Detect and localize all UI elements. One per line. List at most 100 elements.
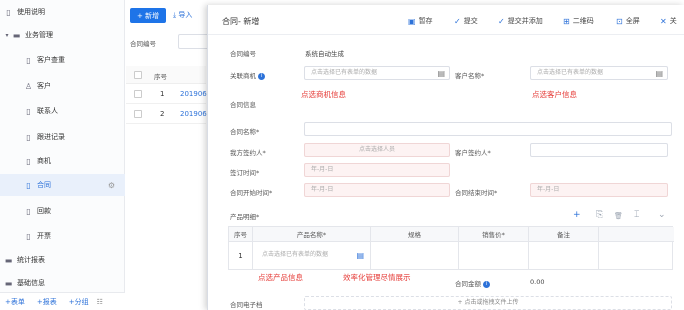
related-opportunity-input[interactable]: 点击选择已有表单的数据 ▤ xyxy=(304,66,450,80)
related-opportunity-label: 关联商机 i xyxy=(230,70,265,80)
collapse-icon[interactable]: ⌄ xyxy=(658,210,666,220)
customer-name-input[interactable]: 点击选择已有表单的数据 ▤ xyxy=(530,66,668,80)
document-icon: ▯ xyxy=(26,231,31,241)
sidebar-item-reports[interactable]: ▬ 统计报表 xyxy=(0,249,125,271)
grid-icon[interactable]: ☷ xyxy=(97,298,103,306)
sidebar-item-instructions[interactable]: ▯ 使用说明 xyxy=(0,1,125,23)
row-checkbox[interactable] xyxy=(134,90,142,98)
document-icon: ▯ xyxy=(26,206,31,216)
sidebar-item-contract[interactable]: ▯ 合同 ⚙ xyxy=(0,174,125,196)
start-time-input[interactable]: 年-月-日 xyxy=(304,183,450,197)
document-icon: ▯ xyxy=(6,7,11,17)
placeholder-text: 点击选择已有表单的数据 xyxy=(311,69,378,76)
submit-and-add-label: 提交并添加 xyxy=(507,17,543,25)
sidebar-item-label: 业务管理 xyxy=(25,31,53,39)
info-icon[interactable]: i xyxy=(483,280,490,288)
save-icon: ▣ xyxy=(408,16,416,26)
sidebar-item-business-management[interactable]: ▾ ▬ 业务管理 xyxy=(0,24,125,46)
sort-icon[interactable]: ⌶ xyxy=(634,210,639,220)
our-signer-input[interactable]: 点击选择人员 xyxy=(304,143,450,157)
sidebar-item-follow-up[interactable]: ▯ 跟进记录 xyxy=(0,126,125,148)
add-report-button[interactable]: +报表 xyxy=(37,297,57,307)
add-group-button[interactable]: +分组 xyxy=(69,297,89,307)
remark-cell[interactable] xyxy=(529,241,599,270)
sidebar-item-label: 商机 xyxy=(37,157,51,165)
placeholder-text: 年-月-日 xyxy=(311,186,334,193)
contract-amount-value: 0.00 xyxy=(530,278,545,286)
annotation-efficiency: 效率化管理尽情展示 xyxy=(343,273,411,282)
column-header-remark: 备注 xyxy=(529,227,599,241)
submit-button[interactable]: ✓ 提交 xyxy=(454,14,478,28)
product-name-cell[interactable]: 点击选择已有表单的数据 ▤ xyxy=(253,241,371,270)
fullscreen-label: 全屏 xyxy=(625,17,640,25)
table-select-icon[interactable]: ▤ xyxy=(437,68,445,79)
dialog-title: 合同- 新增 xyxy=(222,17,260,26)
column-header-product-name: 产品名称* xyxy=(253,227,371,241)
add-form-button[interactable]: +表单 xyxy=(5,297,25,307)
folder-icon: ▬ xyxy=(12,30,21,40)
gear-icon[interactable]: ⚙ xyxy=(108,181,115,190)
save-draft-button[interactable]: ▣ 暂存 xyxy=(408,14,433,28)
sidebar: ▯ 使用说明 ▾ ▬ 业务管理 ▯ 客户查重 ♙ 客户 ▯ 联系人 ▯ 跟进记录… xyxy=(0,0,125,310)
copy-row-icon[interactable]: ⎘ xyxy=(596,210,603,220)
customer-signer-input[interactable] xyxy=(530,143,668,157)
customer-signer-label: 客户签约人* xyxy=(455,149,491,157)
table-header: 序号 xyxy=(126,66,206,84)
sidebar-item-customer-dedup[interactable]: ▯ 客户查重 xyxy=(0,49,125,71)
attachment-upload-area[interactable]: + 点击或拖拽文件上传 xyxy=(304,296,672,310)
contract-amount-label: 合同金额 i xyxy=(455,278,490,288)
sidebar-item-payment[interactable]: ▯ 回款 xyxy=(0,200,125,222)
sidebar-item-label: 合同 xyxy=(37,181,51,189)
import-button[interactable]: ⤓ 导入 xyxy=(173,10,192,20)
sidebar-item-label: 联系人 xyxy=(37,107,58,115)
product-table: 序号 产品名称* 规格 销售价* 备注 1 点击选择已有表单的数据 ▤ xyxy=(228,226,674,270)
close-label: 关 xyxy=(669,17,677,25)
our-signer-label: 我方签约人* xyxy=(230,149,266,157)
row-contract-code[interactable]: 201906 xyxy=(180,110,207,118)
sidebar-item-customer[interactable]: ♙ 客户 xyxy=(0,75,125,97)
table-row[interactable]: 2 201906 xyxy=(126,104,207,124)
document-icon: ▯ xyxy=(26,106,31,116)
folder-icon: ▬ xyxy=(4,255,13,265)
contract-new-dialog: 合同- 新增 ▣ 暂存 ✓ 提交 ✓ 提交并添加 ⊞ 二维码 ⊡ 全屏 ✕ 关 … xyxy=(207,5,684,310)
qrcode-label: 二维码 xyxy=(572,17,594,25)
sign-time-input[interactable]: 年-月-日 xyxy=(304,163,450,177)
contract-amount-label-text: 合同金额 xyxy=(455,280,481,288)
sidebar-item-label: 开票 xyxy=(37,232,51,240)
close-icon: ✕ xyxy=(660,16,667,26)
app-window: { "sidebar": { "items": [ {"icon": "docu… xyxy=(0,0,684,310)
fullscreen-button[interactable]: ⊡ 全屏 xyxy=(616,14,640,28)
sidebar-item-contacts[interactable]: ▯ 联系人 xyxy=(0,100,125,122)
sidebar-item-basic-info[interactable]: ▬ 基础信息 xyxy=(0,272,125,294)
product-select-input[interactable]: 点击选择已有表单的数据 ▤ xyxy=(256,249,368,263)
table-select-icon[interactable]: ▤ xyxy=(655,68,663,79)
select-all-checkbox[interactable] xyxy=(134,71,142,79)
delete-row-icon[interactable]: 🗑 xyxy=(614,212,623,220)
qrcode-button[interactable]: ⊞ 二维码 xyxy=(563,14,594,28)
fullscreen-icon: ⊡ xyxy=(616,16,623,26)
document-icon: ▯ xyxy=(26,55,31,65)
placeholder-text: 点击选择已有表单的数据 xyxy=(537,69,604,76)
table-select-icon[interactable]: ▤ xyxy=(356,250,364,262)
save-draft-label: 暂存 xyxy=(418,17,433,25)
submit-and-add-button[interactable]: ✓ 提交并添加 xyxy=(498,14,543,28)
spec-cell[interactable] xyxy=(371,241,459,270)
info-icon[interactable]: i xyxy=(258,72,265,80)
column-header-no: 序号 xyxy=(154,73,167,81)
sidebar-item-opportunity[interactable]: ▯ 商机 xyxy=(0,150,125,172)
row-no: 2 xyxy=(160,110,165,118)
contract-name-input[interactable] xyxy=(304,122,672,136)
price-cell[interactable] xyxy=(459,241,529,270)
close-button[interactable]: ✕ 关 xyxy=(660,14,677,28)
contract-name-label: 合同名称* xyxy=(230,128,260,136)
row-contract-code[interactable]: 201906 xyxy=(180,90,207,98)
attachment-label: 合同电子档 xyxy=(230,301,263,309)
table-row[interactable]: 1 201906 xyxy=(126,84,207,104)
start-time-label: 合同开始时间* xyxy=(230,189,273,197)
new-button[interactable]: + 新增 xyxy=(130,8,166,23)
end-time-input[interactable]: 年-月-日 xyxy=(530,183,668,197)
add-row-icon[interactable]: + xyxy=(573,210,581,220)
sidebar-item-invoice[interactable]: ▯ 开票 xyxy=(0,225,125,247)
row-checkbox[interactable] xyxy=(134,110,142,118)
sidebar-bottom-bar: +表单 +报表 +分组 ☷ xyxy=(0,292,125,310)
